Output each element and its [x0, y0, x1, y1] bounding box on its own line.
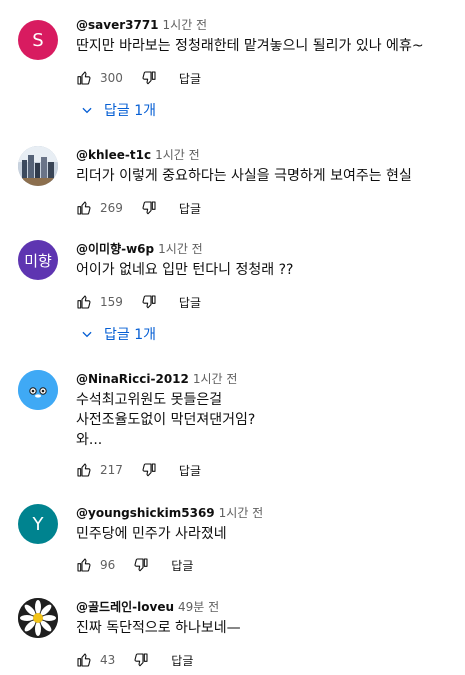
avatar[interactable]: [18, 598, 58, 638]
avatar[interactable]: Y: [18, 504, 58, 544]
thumbs-up-icon[interactable]: [76, 70, 92, 86]
comment-time[interactable]: 49분 전: [178, 600, 219, 614]
comment-header: @saver3771 1시간 전: [76, 17, 207, 33]
comment-header: @이미향-w6p 1시간 전: [76, 241, 203, 257]
comment-actions: 43 답글: [76, 650, 193, 670]
thumbs-up-icon[interactable]: [76, 294, 92, 310]
thumbs-down-icon[interactable]: [133, 557, 149, 573]
reply-button[interactable]: 답글: [179, 70, 201, 87]
cute-face-avatar: [18, 370, 58, 410]
avatar[interactable]: [18, 146, 58, 186]
reply-button[interactable]: 답글: [179, 200, 201, 217]
comment-text-line: 와...: [76, 432, 103, 448]
avatar-letter: Y: [32, 513, 44, 535]
avatar-letter: S: [32, 29, 44, 51]
thumbs-down-icon[interactable]: [141, 200, 157, 216]
comment-actions: 217 답글: [76, 460, 201, 480]
view-replies-button[interactable]: 답글 1개: [80, 324, 156, 344]
like-count: 300: [100, 71, 123, 85]
comment-author[interactable]: @khlee-t1c: [76, 148, 151, 162]
thumbs-up-icon[interactable]: [76, 652, 92, 668]
avatar[interactable]: 미향: [18, 240, 58, 280]
comment-actions: 159 답글: [76, 292, 201, 312]
comment-header: @골드레인-loveu 49분 전: [76, 599, 219, 615]
comment-text: 수석최고위원도 못들은걸 사전조율도없이 막던져댄거임? 와...: [76, 390, 255, 450]
comment-time[interactable]: 1시간 전: [219, 506, 264, 520]
like-count: 217: [100, 463, 123, 477]
comment-actions: 96 답글: [76, 555, 193, 575]
comment-text-line: 진짜 독단적으로 하나보네—: [76, 620, 241, 636]
comment-header: @khlee-t1c 1시간 전: [76, 147, 200, 163]
comment-text: 진짜 독단적으로 하나보네—: [76, 618, 241, 638]
comment-author[interactable]: @NinaRicci-2012: [76, 372, 189, 386]
chevron-down-icon: [82, 331, 92, 338]
comment-text-line: 리더가 이렇게 중요하다는 사실을 극명하게 보여주는 현실: [76, 168, 412, 184]
thumbs-down-icon[interactable]: [141, 294, 157, 310]
view-replies-button[interactable]: 답글 1개: [80, 100, 156, 120]
reply-button[interactable]: 답글: [179, 294, 201, 311]
daisy-avatar: [18, 598, 58, 638]
comment-text: 민주당에 민주가 사라졌네: [76, 524, 227, 544]
city-photo-avatar: [18, 146, 58, 186]
comment-text-line: 딴지만 바라보는 정청래한테 맡겨놓으니 될리가 있나 에휴~: [76, 38, 424, 54]
comment-author[interactable]: @골드레인-loveu: [76, 600, 174, 614]
comment-time[interactable]: 1시간 전: [193, 372, 238, 386]
comment-header: @NinaRicci-2012 1시간 전: [76, 371, 237, 387]
comment-text: 어이가 없네요 입만 턴다니 정청래 ??: [76, 260, 293, 280]
comment-time[interactable]: 1시간 전: [158, 242, 203, 256]
reply-button[interactable]: 답글: [171, 557, 193, 574]
chevron-down-icon: [82, 107, 92, 114]
thumbs-down-icon[interactable]: [141, 70, 157, 86]
thumbs-up-icon[interactable]: [76, 462, 92, 478]
thumbs-down-icon[interactable]: [141, 462, 157, 478]
comment-author[interactable]: @saver3771: [76, 18, 159, 32]
thumbs-up-icon[interactable]: [76, 200, 92, 216]
comment-text-line: 사전조율도없이 막던져댄거임?: [76, 412, 256, 428]
comment-actions: 300 답글: [76, 68, 201, 88]
replies-count-label: 답글 1개: [104, 327, 156, 343]
reply-button[interactable]: 답글: [171, 652, 193, 669]
comment-text-line: 어이가 없네요 입만 턴다니 정청래 ??: [76, 262, 294, 278]
thumbs-down-icon[interactable]: [133, 652, 149, 668]
thumbs-up-icon[interactable]: [76, 557, 92, 573]
comment-text: 리더가 이렇게 중요하다는 사실을 극명하게 보여주는 현실: [76, 166, 412, 186]
comment-author[interactable]: @youngshickim5369: [76, 506, 215, 520]
avatar[interactable]: S: [18, 20, 58, 60]
replies-count-label: 답글 1개: [104, 103, 156, 119]
like-count: 43: [100, 653, 116, 667]
like-count: 96: [100, 558, 116, 572]
reply-button[interactable]: 답글: [179, 462, 201, 479]
comment-text-line: 수석최고위원도 못들은걸: [76, 392, 223, 408]
comment-author[interactable]: @이미향-w6p: [76, 242, 154, 256]
avatar-letter: 미향: [24, 251, 52, 270]
comment-header: @youngshickim5369 1시간 전: [76, 505, 263, 521]
comment-actions: 269 답글: [76, 198, 201, 218]
comment-text: 딴지만 바라보는 정청래한테 맡겨놓으니 될리가 있나 에휴~: [76, 36, 424, 56]
like-count: 159: [100, 295, 123, 309]
avatar[interactable]: [18, 370, 58, 410]
comment-time[interactable]: 1시간 전: [155, 148, 200, 162]
comment-time[interactable]: 1시간 전: [163, 18, 208, 32]
comment-text-line: 민주당에 민주가 사라졌네: [76, 526, 227, 542]
like-count: 269: [100, 201, 123, 215]
